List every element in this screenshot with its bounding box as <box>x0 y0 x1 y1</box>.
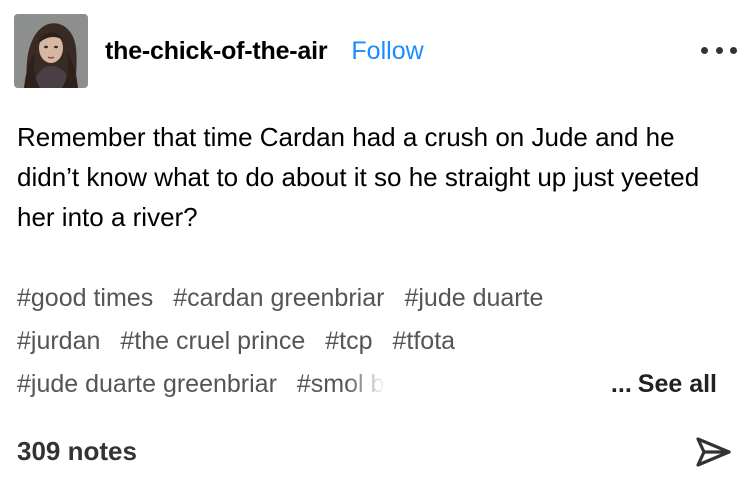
share-send-icon[interactable] <box>693 432 733 472</box>
tag-link[interactable]: #tcp <box>325 327 372 355</box>
post-body-text: Remember that time Cardan had a crush on… <box>17 122 700 232</box>
post-card: the-chick-of-the-air Follow Remember tha… <box>0 0 755 492</box>
tag-link-truncated[interactable]: #smol bean cardan <box>297 363 385 406</box>
truncation-ellipsis: ... <box>610 370 632 398</box>
post-header: the-chick-of-the-air Follow <box>14 14 741 88</box>
tag-link[interactable]: #jude duarte <box>404 284 543 312</box>
tag-link[interactable]: #jude duarte greenbriar <box>17 370 277 398</box>
follow-button[interactable]: Follow <box>351 37 423 66</box>
tag-link[interactable]: #cardan greenbriar <box>173 284 384 312</box>
tag-row: #jude duarte greenbriar #smol bean cardan… <box>17 363 737 406</box>
dot-icon <box>730 46 737 54</box>
see-all-tags-button[interactable]: ... See all <box>611 363 717 406</box>
see-all-label: See all <box>637 370 717 398</box>
tag-row: #jurdan #the cruel prince #tcp #tfota <box>17 320 737 363</box>
avatar-image <box>14 14 88 88</box>
dot-icon <box>715 46 723 54</box>
tag-link[interactable]: #the cruel prince <box>120 327 305 355</box>
post-tags: #good times #cardan greenbriar #jude duart… <box>17 277 737 406</box>
tag-link[interactable]: #tfota <box>393 327 456 355</box>
more-options-icon[interactable] <box>701 40 737 60</box>
notes-count[interactable]: 309 notes <box>17 436 137 467</box>
blog-avatar[interactable] <box>14 14 88 88</box>
post-footer: 309 notes <box>17 428 741 474</box>
tag-link[interactable]: #jurdan <box>17 327 100 355</box>
tag-row: #good times #cardan greenbriar #jude duart… <box>17 277 737 320</box>
dot-icon <box>701 46 708 54</box>
blog-name-link[interactable]: the-chick-of-the-air <box>105 37 328 66</box>
tag-link[interactable]: #good times <box>17 284 153 312</box>
paper-plane-icon <box>696 437 731 467</box>
